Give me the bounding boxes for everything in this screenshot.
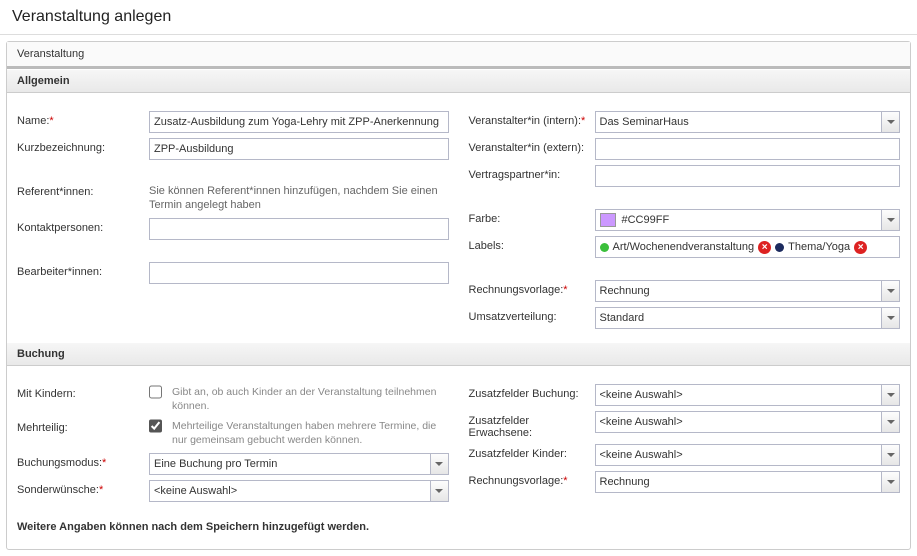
- input-bearbeiter[interactable]: [149, 262, 449, 284]
- main-panel: Veranstaltung Allgemein Name:* Kurzbezei…: [6, 41, 911, 550]
- label-vertrag: Vertragspartner*in:: [469, 165, 595, 181]
- chevron-down-icon[interactable]: [430, 454, 448, 474]
- label-kurz: Kurzbezeichnung:: [17, 138, 149, 154]
- label-rechnung1: Rechnungsvorlage:*: [469, 280, 595, 296]
- label-name: Name:*: [17, 111, 149, 127]
- input-veranst-extern[interactable]: [595, 138, 901, 160]
- hint-mehrteilig: Mehrteilige Veranstaltungen haben mehrer…: [172, 418, 449, 447]
- label-veranst-extern: Veranstalter*in (extern):: [469, 138, 595, 154]
- label-zf-buchung: Zusatzfelder Buchung:: [469, 384, 595, 400]
- chevron-down-icon[interactable]: [881, 385, 899, 405]
- label-rechnung2: Rechnungsvorlage:*: [469, 471, 595, 487]
- footer-note: Weitere Angaben können nach dem Speicher…: [7, 515, 910, 549]
- combo-rechnung1[interactable]: Rechnung: [595, 280, 901, 302]
- chevron-down-icon[interactable]: [881, 445, 899, 465]
- buchung-left-column: Mit Kindern: Gibt an, ob auch Kinder an …: [17, 384, 449, 507]
- chevron-down-icon[interactable]: [430, 481, 448, 501]
- label-zf-kinder: Zusatzfelder Kinder:: [469, 444, 595, 460]
- hint-referent: Sie können Referent*innen hinzufügen, na…: [149, 182, 449, 213]
- chevron-down-icon[interactable]: [881, 281, 899, 301]
- chevron-down-icon[interactable]: [881, 412, 899, 432]
- tag-dot-icon: [775, 243, 784, 252]
- combo-modus[interactable]: Eine Buchung pro Termin: [149, 453, 449, 475]
- combo-umsatz[interactable]: Standard: [595, 307, 901, 329]
- combo-zf-erw[interactable]: <keine Auswahl>: [595, 411, 901, 433]
- tag-thema: Thema/Yoga ×: [775, 241, 867, 254]
- color-swatch-icon: [600, 213, 616, 227]
- allgemein-right-column: Veranstalter*in (intern):* Das SeminarHa…: [469, 111, 901, 334]
- label-farbe: Farbe:: [469, 209, 595, 225]
- allgemein-left-column: Name:* Kurzbezeichnung: Referent*innen: …: [17, 111, 449, 334]
- buchung-right-column: Zusatzfelder Buchung: <keine Auswahl> Zu…: [469, 384, 901, 507]
- chevron-down-icon[interactable]: [881, 472, 899, 492]
- section-header-buchung: Buchung: [7, 342, 910, 366]
- label-zf-erw: Zusatzfelder Erwachsene:: [469, 411, 595, 439]
- label-labels: Labels:: [469, 236, 595, 252]
- label-referent: Referent*innen:: [17, 182, 149, 198]
- input-kontakt[interactable]: [149, 218, 449, 240]
- chevron-down-icon[interactable]: [881, 308, 899, 328]
- label-mehrteilig: Mehrteilig:: [17, 418, 149, 434]
- input-kurz[interactable]: [149, 138, 449, 160]
- checkbox-mehrteilig[interactable]: [149, 419, 162, 433]
- remove-tag-icon[interactable]: ×: [758, 241, 771, 254]
- combo-rechnung2[interactable]: Rechnung: [595, 471, 901, 493]
- tag-dot-icon: [600, 243, 609, 252]
- combo-sonder[interactable]: <keine Auswahl>: [149, 480, 449, 502]
- label-veranst-intern: Veranstalter*in (intern):*: [469, 111, 595, 127]
- labels-box[interactable]: Art/Wochenendveranstaltung × Thema/Yoga …: [595, 236, 901, 258]
- chevron-down-icon[interactable]: [881, 112, 899, 132]
- tag-art: Art/Wochenendveranstaltung ×: [600, 241, 772, 254]
- combo-zf-kinder[interactable]: <keine Auswahl>: [595, 444, 901, 466]
- section-header-allgemein: Allgemein: [7, 69, 910, 93]
- chevron-down-icon[interactable]: [881, 210, 899, 230]
- input-vertrag[interactable]: [595, 165, 901, 187]
- hint-mitkindern: Gibt an, ob auch Kinder an der Veranstal…: [172, 384, 449, 413]
- label-bearbeiter: Bearbeiter*innen:: [17, 262, 149, 278]
- combo-veranst-intern[interactable]: Das SeminarHaus: [595, 111, 901, 133]
- remove-tag-icon[interactable]: ×: [854, 241, 867, 254]
- tab-veranstaltung[interactable]: Veranstaltung: [7, 42, 910, 69]
- label-mitkindern: Mit Kindern:: [17, 384, 149, 400]
- combo-farbe[interactable]: #CC99FF: [595, 209, 901, 231]
- input-name[interactable]: [149, 111, 449, 133]
- checkbox-mitkindern[interactable]: [149, 385, 162, 399]
- combo-zf-buchung[interactable]: <keine Auswahl>: [595, 384, 901, 406]
- label-modus: Buchungsmodus:*: [17, 453, 149, 469]
- page-title: Veranstaltung anlegen: [0, 0, 917, 35]
- label-kontakt: Kontaktpersonen:: [17, 218, 149, 234]
- label-sonder: Sonderwünsche:*: [17, 480, 149, 496]
- label-umsatz: Umsatzverteilung:: [469, 307, 595, 323]
